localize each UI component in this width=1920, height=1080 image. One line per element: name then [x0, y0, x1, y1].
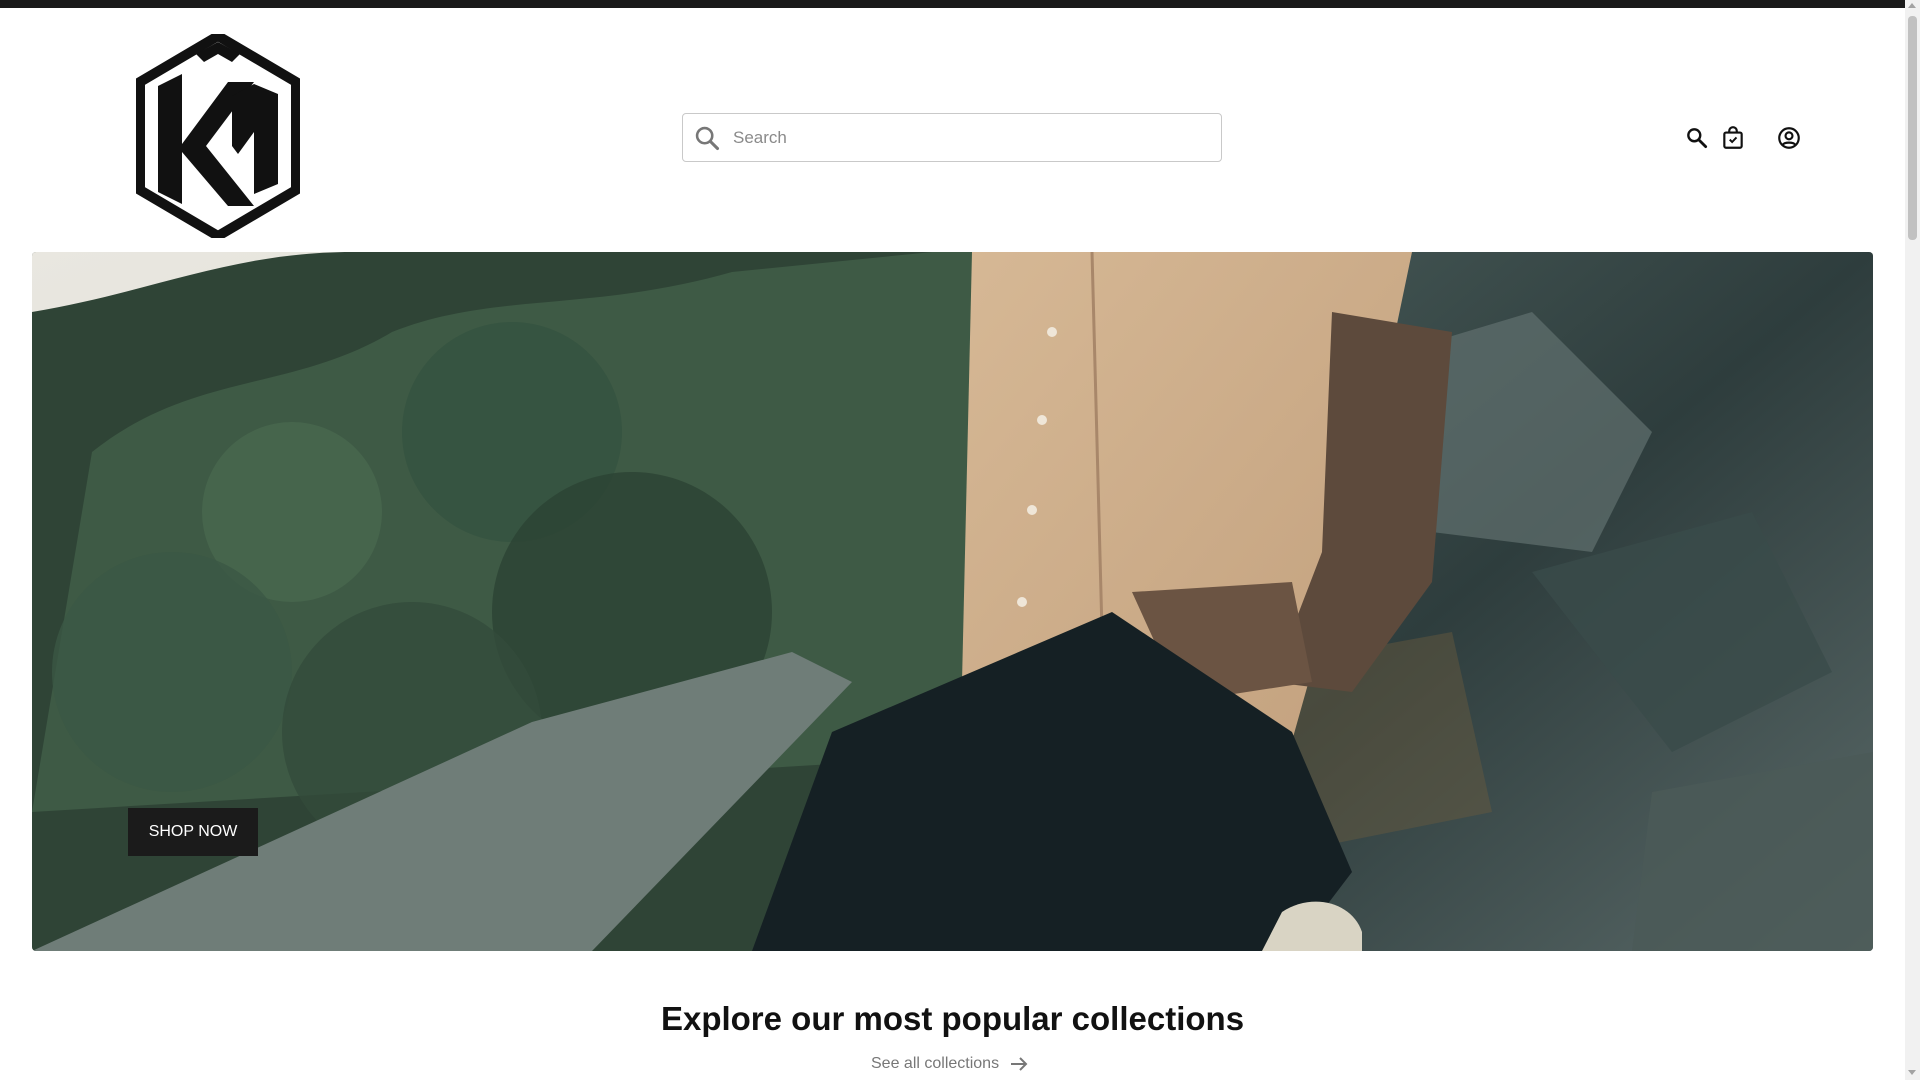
see-all-collections-link[interactable]: See all collections	[871, 1052, 1031, 1076]
see-all-label: See all collections	[871, 1055, 1000, 1072]
search-icon[interactable]	[1684, 125, 1710, 151]
hero-banner: SHOP NOW	[32, 252, 1873, 951]
brand-logo[interactable]	[135, 30, 301, 242]
search-bar[interactable]	[682, 113, 1222, 162]
hero-image	[32, 252, 1873, 951]
search-icon	[695, 126, 720, 151]
site-header	[0, 8, 1905, 252]
scroll-down-icon[interactable]	[1908, 1070, 1916, 1075]
shopping-bag-icon[interactable]	[1720, 125, 1746, 151]
scrollbar-thumb[interactable]	[1908, 16, 1917, 240]
shop-now-button[interactable]: SHOP NOW	[128, 808, 258, 856]
collections-heading: Explore our most popular collections	[660, 1000, 1245, 1037]
arrow-right-icon	[1011, 1057, 1028, 1071]
account-icon[interactable]	[1776, 125, 1802, 151]
search-input[interactable]	[733, 122, 1203, 153]
page-scrollbar[interactable]	[1905, 0, 1920, 1080]
top-announcement-bar	[0, 0, 1905, 8]
kn-logo-icon	[135, 30, 301, 242]
scroll-up-icon[interactable]	[1908, 3, 1916, 8]
